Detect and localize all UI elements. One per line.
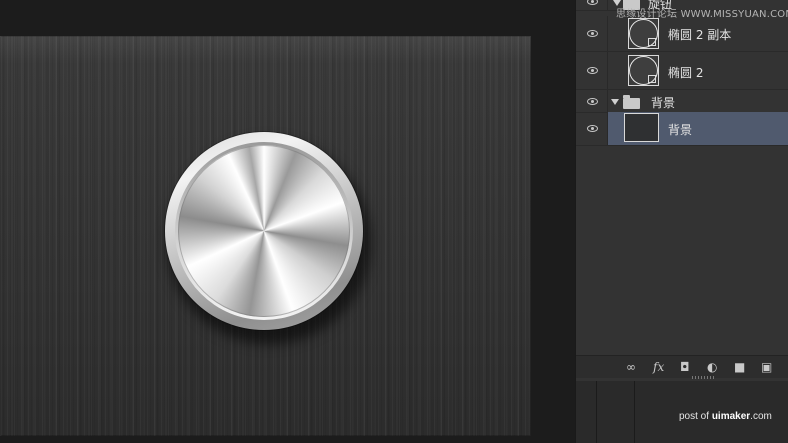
eye-icon[interactable] [587, 30, 598, 37]
folder-icon[interactable]: ■ [734, 360, 745, 374]
vector-mask-icon [648, 75, 656, 83]
adjustment-icon[interactable]: ◐ [707, 360, 717, 374]
layer-background[interactable]: 背景 [576, 112, 788, 146]
layers-empty-area [576, 146, 788, 355]
eye-icon[interactable] [587, 125, 598, 132]
credit-prefix: post of [679, 411, 712, 422]
layer-group-knob[interactable]: 旋钮 思缘设计论坛 WWW.MISSYUAN.COM [576, 0, 788, 20]
mask-icon[interactable]: ◘ [680, 360, 690, 374]
layer-ellipse-2-copy[interactable]: 椭圆 2 副本 [576, 16, 788, 52]
link-icon[interactable]: ∞ [626, 360, 636, 374]
eye-icon[interactable] [587, 98, 598, 105]
layer-group-background[interactable]: 背景 [576, 90, 788, 113]
layer-name: 背景 [668, 123, 693, 137]
visibility-cell [576, 112, 608, 145]
layer-ellipse-2[interactable]: 椭圆 2 [576, 52, 788, 90]
eye-icon[interactable] [587, 67, 598, 74]
visibility-cell [576, 52, 608, 89]
visibility-cell [576, 16, 608, 51]
canvas-top-highlight [0, 36, 531, 64]
layer-name: 背景 [651, 96, 676, 110]
fx-icon[interactable]: fx [653, 360, 664, 374]
twirl-down-icon[interactable] [611, 99, 619, 105]
document-workspace [0, 0, 575, 443]
metal-knob-face [178, 145, 350, 317]
vector-mask-icon [648, 38, 656, 46]
panel-resize-grip[interactable] [692, 376, 714, 379]
dock-divider [634, 381, 635, 443]
new-layer-icon[interactable]: ▣ [761, 360, 772, 374]
visibility-cell [576, 0, 608, 10]
eye-icon[interactable] [587, 0, 598, 5]
layer-name: 椭圆 2 副本 [668, 28, 732, 42]
layer-thumbnail [624, 113, 659, 142]
credit-brand: uimaker [711, 411, 751, 422]
layers-panel-footer: ∞ fx ◘ ◐ ■ ▣ [576, 355, 788, 378]
document-canvas[interactable] [0, 36, 531, 436]
layer-name: 椭圆 2 [668, 66, 704, 80]
layers-panel: 旋钮 思缘设计论坛 WWW.MISSYUAN.COM 椭圆 2 副本 椭圆 2 … [575, 0, 788, 443]
credit-text: post of uimaker.com [679, 411, 772, 422]
credit-suffix: .com [750, 411, 772, 422]
folder-icon [623, 95, 640, 109]
dock-divider [596, 381, 597, 443]
visibility-cell [576, 90, 608, 112]
